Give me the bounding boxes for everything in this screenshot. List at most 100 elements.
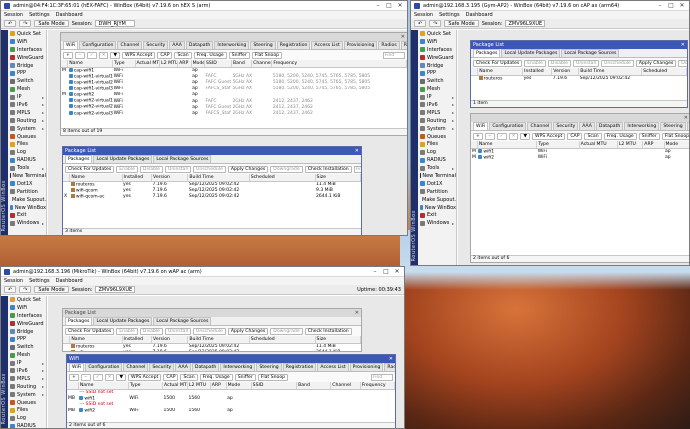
tab-interworking[interactable]: Interworking <box>214 41 250 49</box>
btn-uninstall[interactable]: Uninstall <box>164 165 191 173</box>
btn--[interactable]: ▼ <box>110 51 120 59</box>
tab-interworking[interactable]: Interworking <box>624 122 660 130</box>
menu-session[interactable]: Session <box>414 12 433 18</box>
tab-channel[interactable]: Channel <box>117 41 143 49</box>
wifi-subwindow[interactable]: ✕ WiFi Configuration Channel Security AAA Data… <box>60 32 407 136</box>
wifi-subwindow[interactable]: ✕ WiFi Configuration Channel Security AAA Data… <box>470 113 689 263</box>
btn-downgrade[interactable]: Downgrade <box>270 165 303 173</box>
btn--[interactable]: − <box>484 132 495 140</box>
column-header[interactable]: ARP <box>642 141 665 149</box>
btn-disable[interactable]: Disable <box>547 59 571 67</box>
column-header[interactable]: Band <box>296 382 332 390</box>
close-icon[interactable]: ✕ <box>681 42 685 48</box>
tab-steering[interactable]: Steering <box>250 41 276 49</box>
column-header[interactable] <box>471 68 479 76</box>
winbox-window-gym-ap2[interactable]: admin@192.168.3.195 (Gym-AP2) - WinBox (… <box>410 0 690 266</box>
btn-wps-accept[interactable]: WPS Accept <box>531 132 566 140</box>
close-icon[interactable]: ✕ <box>396 2 404 9</box>
column-header[interactable]: Channel <box>251 60 273 68</box>
btn-enable[interactable]: Enable <box>116 165 138 173</box>
undo-button[interactable]: ↶ <box>4 286 17 293</box>
tab-provisioning[interactable]: Provisioning <box>343 41 378 49</box>
btn-check-for-updates[interactable]: Check For Updates <box>473 59 523 67</box>
maximize-icon[interactable]: □ <box>385 2 393 9</box>
column-header[interactable] <box>61 60 69 68</box>
column-header[interactable]: Build Time <box>578 68 643 76</box>
maximize-icon[interactable]: □ <box>382 268 390 275</box>
btn--[interactable]: ✕ <box>104 373 115 381</box>
btn-enable[interactable]: Enable <box>524 59 546 67</box>
column-header[interactable]: Version <box>151 336 189 344</box>
minimize-icon[interactable]: – <box>374 2 382 9</box>
find-input[interactable]: Find <box>353 165 361 173</box>
close-icon[interactable]: ✕ <box>393 268 401 275</box>
safe-mode-button[interactable]: Safe Mode <box>34 286 69 293</box>
btn-check-installation[interactable]: Check Installation <box>304 165 352 173</box>
column-header[interactable]: Mode <box>191 60 206 68</box>
menu-settings[interactable]: Settings <box>29 278 50 284</box>
column-header[interactable] <box>63 174 71 182</box>
undo-button[interactable]: ↶ <box>414 20 427 27</box>
tab-local-update-packages[interactable]: Local Update Packages <box>93 317 153 325</box>
tab-security[interactable]: Security <box>149 363 175 371</box>
column-header[interactable]: Installed <box>122 174 153 182</box>
btn-scan[interactable]: Scan <box>584 132 602 140</box>
btn--[interactable]: ✕ <box>98 51 109 59</box>
btn-sniffer[interactable]: Sniffer <box>638 132 660 140</box>
tab-local-package-sources[interactable]: Local Package Sources <box>153 155 212 163</box>
tab-configuration[interactable]: Configuration <box>489 122 527 130</box>
btn-freq-usage[interactable]: Freq. Usage <box>199 373 233 381</box>
package-list-subwindow[interactable]: Package List ✕ Packages Local Update Packag… <box>62 146 362 235</box>
tab-interworking[interactable]: Interworking <box>220 363 256 371</box>
table-row[interactable]: cap-wifi1-virtual1 WiFi ap FAFC 5GHz AX 5180,… <box>61 73 407 79</box>
column-header[interactable]: SSID <box>251 382 298 390</box>
package-list-subwindow[interactable]: Package List ✕ Packages Local Update Packag… <box>62 308 362 352</box>
redo-button[interactable]: ↷ <box>429 20 442 27</box>
btn--[interactable]: − <box>80 373 91 381</box>
btn--[interactable]: ▼ <box>116 373 126 381</box>
column-header[interactable]: Type <box>112 60 136 68</box>
btn--[interactable]: ▼ <box>520 132 530 140</box>
btn-enable[interactable]: Enable <box>116 327 138 335</box>
btn--[interactable]: + <box>69 373 79 381</box>
column-header[interactable] <box>67 382 79 390</box>
redo-button[interactable]: ↷ <box>19 20 32 27</box>
tab-steering[interactable]: Steering <box>256 363 282 371</box>
tab-aaa[interactable]: AAA <box>169 41 185 49</box>
tab-steering[interactable]: Steering <box>660 122 686 130</box>
btn-uninstall[interactable]: Uninstall <box>164 327 191 335</box>
btn--[interactable]: ✕ <box>508 132 519 140</box>
column-header[interactable]: SSID <box>204 60 232 68</box>
column-header[interactable]: L2 MTU <box>159 60 179 68</box>
winbox-window-hex[interactable]: admin@04:F4:1C:3F:65:01 (hEX-FAFC) - Win… <box>0 0 408 236</box>
btn--[interactable]: ✓ <box>86 51 97 59</box>
tab-datapath[interactable]: Datapath <box>191 363 220 371</box>
column-header[interactable]: Actual MTU <box>162 382 189 390</box>
column-header[interactable]: Type <box>536 141 580 149</box>
tab-datapath[interactable]: Datapath <box>595 122 624 130</box>
column-header[interactable]: Scheduled <box>641 68 687 76</box>
column-header[interactable]: Name <box>69 174 123 182</box>
btn-wps-accept[interactable]: WPS Accept <box>121 51 156 59</box>
wifi-subwindow[interactable]: WiFi ✕ WiFi Configuration Channel Security AAA… <box>66 354 396 428</box>
tab-wifi[interactable]: WiFi <box>69 363 85 371</box>
tab-configuration[interactable]: Configuration <box>85 363 123 371</box>
tab-packages[interactable]: Packages <box>473 49 501 57</box>
btn-check-for-updates[interactable]: Check For Updates <box>65 165 115 173</box>
column-header[interactable]: Mode <box>664 141 689 149</box>
tab-local-update-packages[interactable]: Local Update Packages <box>501 49 561 57</box>
tab-access-list[interactable]: Access List <box>311 41 343 49</box>
tab-aaa[interactable]: AAA <box>579 122 595 130</box>
column-header[interactable]: L2 MTU <box>617 141 644 149</box>
session-input[interactable]: ZMV96L9XUE <box>95 286 136 293</box>
package-list-subwindow[interactable]: Package List ✕ Packages Local Update Packag… <box>470 40 688 108</box>
find-input[interactable]: Find <box>383 51 405 59</box>
btn-wps-accept[interactable]: WPS Accept <box>127 373 162 381</box>
column-header[interactable]: Name <box>67 60 114 68</box>
btn-unschedule[interactable]: Unschedule <box>601 59 634 67</box>
safe-mode-button[interactable]: Safe Mode <box>34 20 69 27</box>
btn--[interactable]: + <box>473 132 483 140</box>
table-row[interactable]: cap-wifi1-virtual3 WiFi ap FAFCS_Staff 5GHz … <box>61 85 407 92</box>
table-row[interactable]: routeros yes 7.19.6 Sep/12/2025 09:02:42 <box>471 75 687 81</box>
btn-apply-changes[interactable]: Apply Changes <box>227 165 269 173</box>
